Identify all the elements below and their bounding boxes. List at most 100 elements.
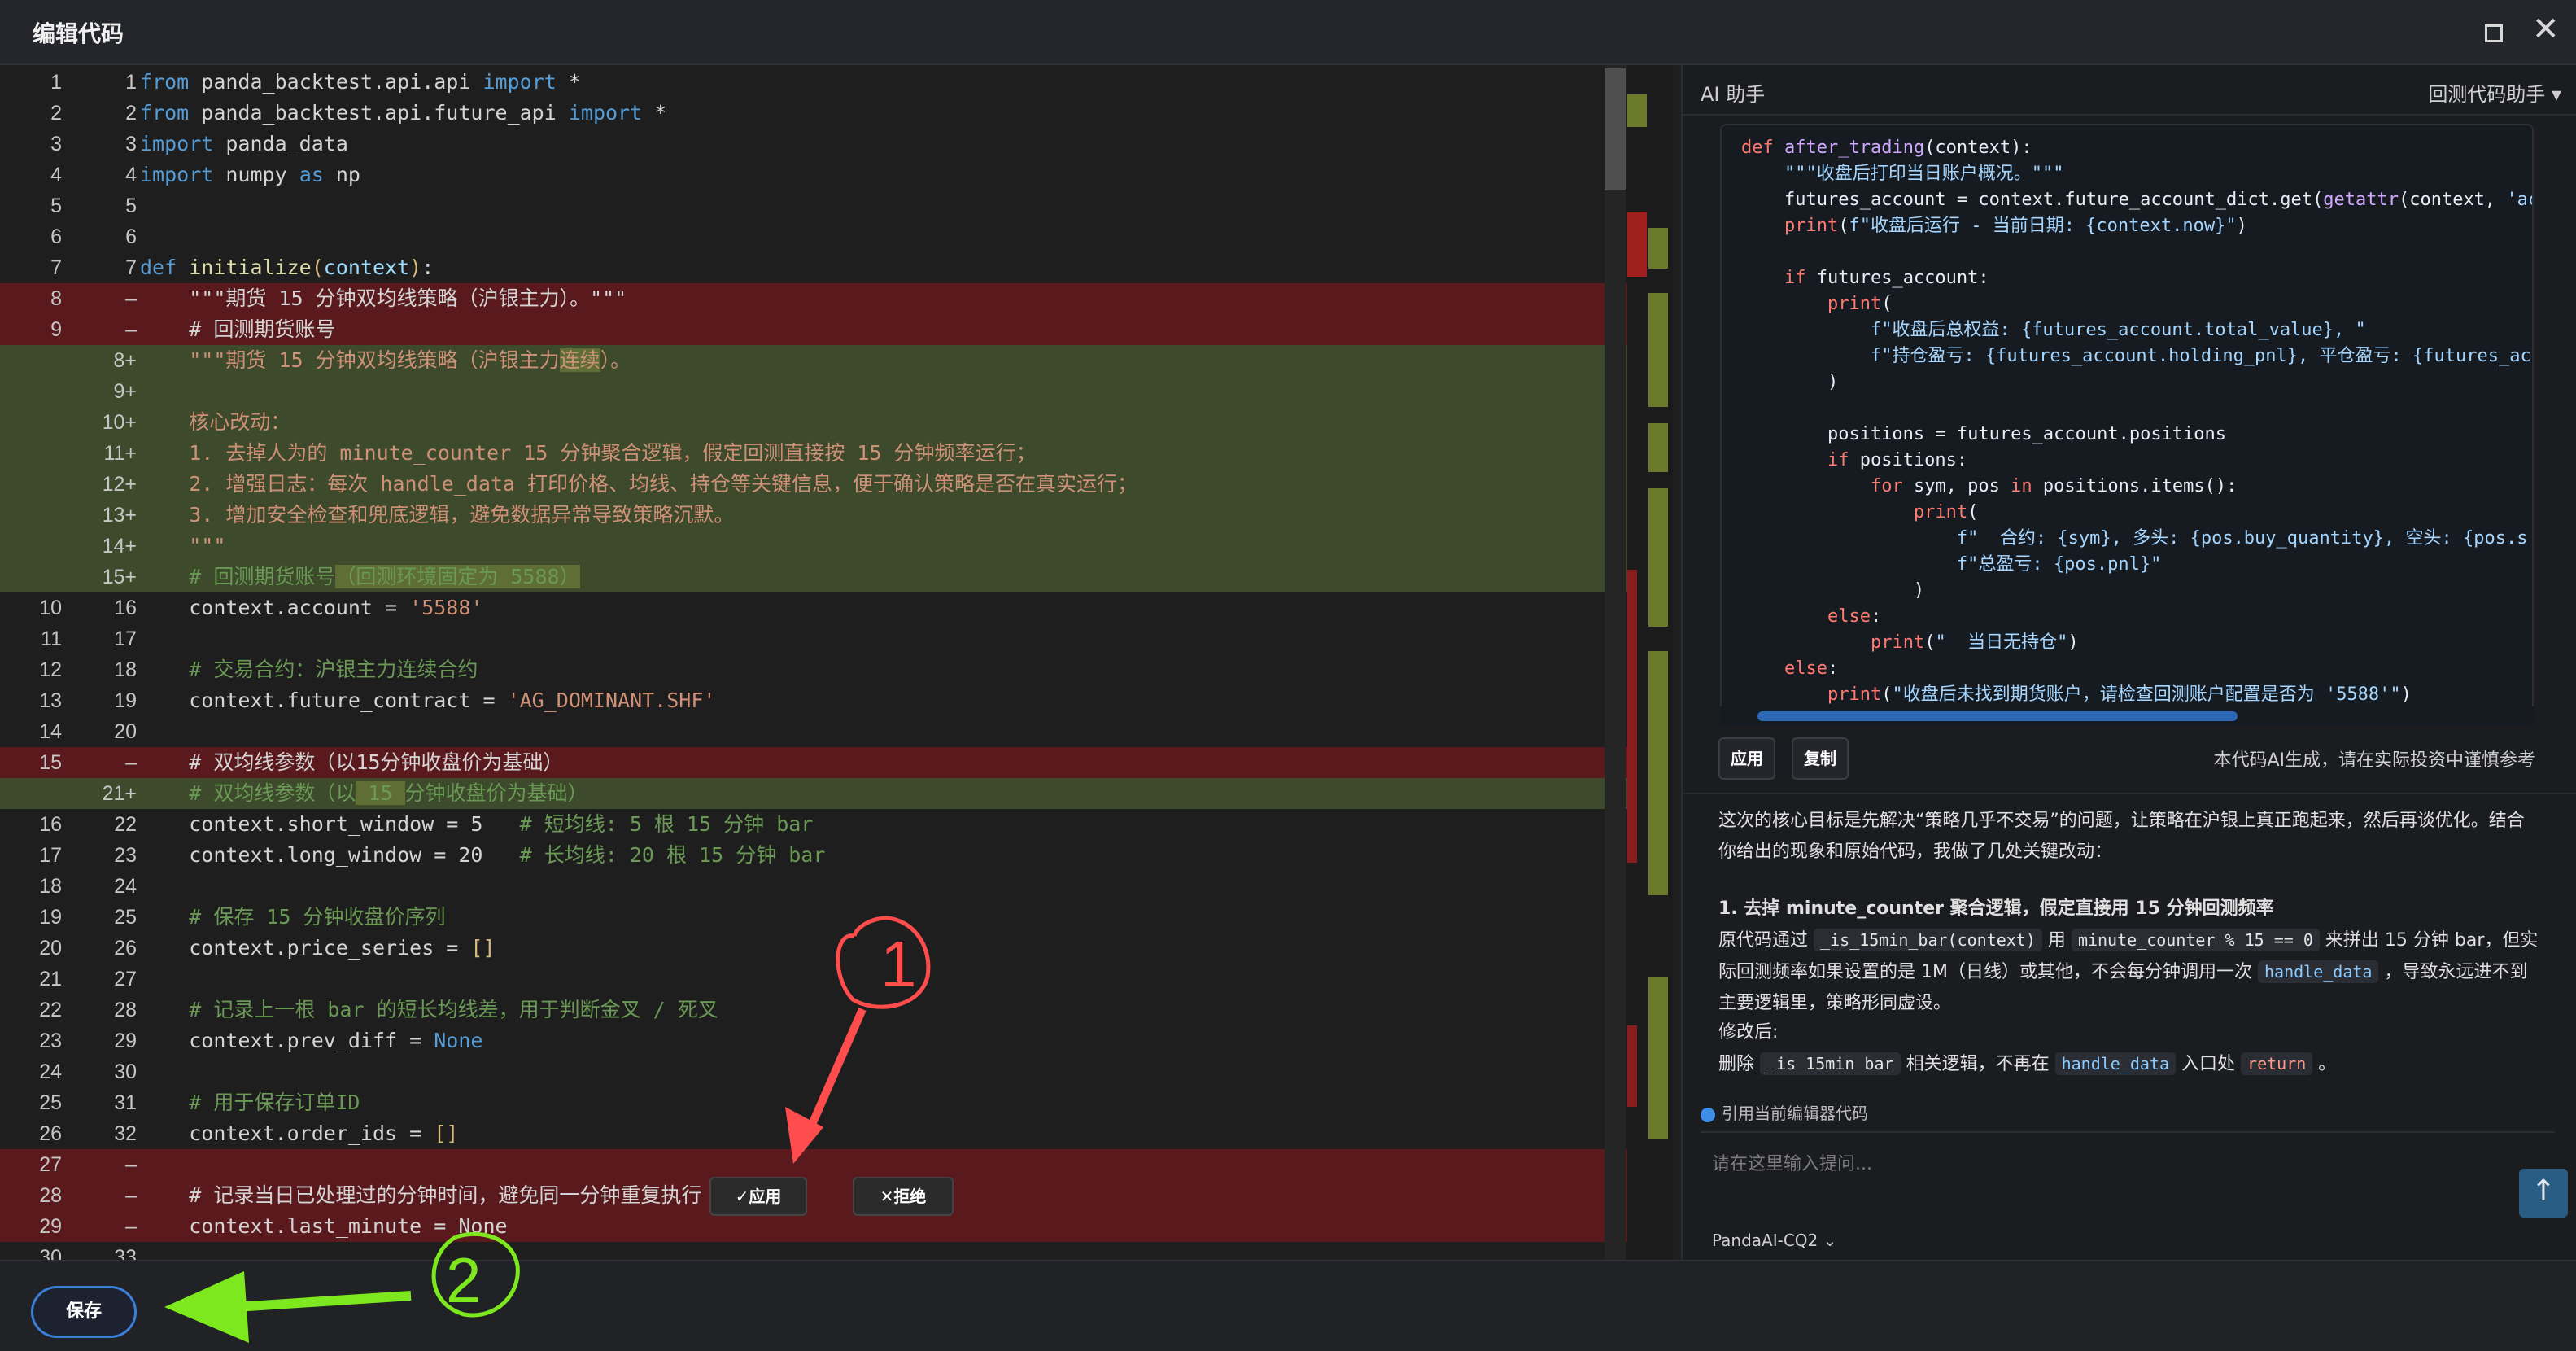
model-select[interactable]: PandaAI-CQ2 ⌄: [1712, 1231, 1836, 1250]
ai-panel-title: AI 助手: [1701, 83, 1766, 106]
orig-line-number: 2: [50, 102, 62, 125]
new-line-number: 26: [114, 937, 137, 960]
maximize-icon[interactable]: [2485, 24, 2503, 42]
code-text: # 记录当日已处理过的分钟时间，避免同一分钟重复执行: [189, 1183, 702, 1207]
code-hscrollbar[interactable]: [1720, 706, 2534, 726]
code-line[interactable]: 27 –: [0, 1149, 1627, 1180]
new-line-number: 32: [114, 1122, 137, 1145]
code-text: """期货 15 分钟双均线策略（沪银主力连续）。: [189, 348, 631, 372]
new-line-number: 27: [114, 968, 137, 990]
dialog-title: 编辑代码: [33, 20, 124, 47]
code-line[interactable]: 9 – # 回测期货账号: [0, 314, 1627, 345]
code-text: context.long_window = 20 # 长均线: 20 根 15 …: [189, 843, 826, 867]
code-text: context.future_contract = 'AG_DOMINANT.S…: [189, 689, 716, 712]
diff-minimap[interactable]: [1627, 65, 1673, 1260]
code-line[interactable]: 8 – """期货 15 分钟双均线策略（沪银主力）。""": [0, 283, 1627, 314]
code-line[interactable]: 3 3 import panda_data: [0, 129, 1627, 160]
code-line[interactable]: 9+: [0, 376, 1627, 407]
orig-line-number: 11: [41, 627, 62, 650]
code-line[interactable]: 55: [0, 190, 1627, 221]
code-line[interactable]: 66: [0, 221, 1627, 252]
code-text: def initialize(context):: [140, 256, 434, 279]
code-line[interactable]: 16 22 context.short_window = 5 # 短均线: 5 根…: [0, 809, 1627, 840]
assistant-mode-select[interactable]: 回测代码助手 ▾: [2428, 78, 2561, 107]
code-line[interactable]: 30 33: [0, 1242, 1627, 1260]
new-line-number: –: [125, 1153, 137, 1176]
code-apply-button[interactable]: 应用: [1718, 737, 1775, 780]
code-line[interactable]: 12 18 # 交易合约：沪银主力连续合约: [0, 654, 1627, 685]
code-line[interactable]: 1 1 from panda_backtest.api.api import *: [0, 67, 1627, 98]
code-text: 核心改动：: [189, 410, 291, 434]
orig-line-number: 29: [39, 1215, 62, 1238]
orig-line-number: 15: [39, 751, 62, 774]
ai-panel-header: AI 助手 回测代码助手 ▾: [1683, 65, 2576, 116]
code-line[interactable]: 15+ # 回测期货账号（回测环境固定为 5588）: [0, 562, 1627, 592]
question-input[interactable]: 请在这里输入提问... PandaAI-CQ2 ⌄: [1701, 1131, 2555, 1270]
code-line[interactable]: 20 26 context.price_series = []: [0, 933, 1627, 964]
code-line[interactable]: 13 19 context.future_contract = 'AG_DOMIN…: [0, 685, 1627, 716]
code-line[interactable]: 26 32 context.order_ids = []: [0, 1118, 1627, 1149]
orig-line-number: 28: [39, 1184, 62, 1207]
ai-code-line: f" 合约: {sym}, 多头: {pos.buy_quantity}, 空头…: [1956, 528, 2528, 549]
diff-editor[interactable]: 1 1 from panda_backtest.api.api import * 2 2…: [0, 65, 1681, 1260]
text: 删除: [1718, 1054, 1755, 1074]
code-text: context.prev_diff = None: [189, 1029, 483, 1052]
new-line-number: 6: [125, 225, 137, 248]
inline-apply-button[interactable]: ✓应用: [709, 1177, 807, 1216]
code-copy-button[interactable]: 复制: [1792, 737, 1849, 780]
code-line[interactable]: 21 27: [0, 964, 1627, 995]
new-line-number: –: [125, 318, 137, 341]
hscroll-thumb[interactable]: [1757, 711, 2238, 721]
new-line-number: 9+: [113, 380, 137, 403]
code-line[interactable]: 24 30: [0, 1056, 1627, 1087]
new-line-number: 17: [114, 627, 137, 650]
code-text: 3. 增加安全检查和兜底逻辑，避免数据异常导致策略沉默。: [189, 503, 735, 527]
quote-editor-toggle[interactable]: 引用当前编辑器代码: [1701, 1100, 1868, 1124]
orig-line-number: 1: [50, 71, 62, 94]
code-line[interactable]: 10 16 context.account = '5588': [0, 592, 1627, 623]
new-line-number: 24: [114, 875, 137, 898]
code-line[interactable]: 29 – context.last_minute = None: [0, 1211, 1627, 1242]
code-line[interactable]: 11+ 1. 去掉人为的 minute_counter 15 分钟聚合逻辑，假定…: [0, 438, 1627, 469]
code-line[interactable]: 23 29 context.prev_diff = None: [0, 1025, 1627, 1056]
orig-line-number: 10: [39, 597, 62, 619]
code-line[interactable]: 25 31 # 用于保存订单ID: [0, 1087, 1627, 1118]
code-line[interactable]: 22 28 # 记录上一根 bar 的短长均线差，用于判断金叉 / 死叉: [0, 995, 1627, 1025]
new-line-number: 29: [114, 1030, 137, 1052]
send-arrow-icon[interactable]: ↑: [2519, 1169, 2568, 1218]
code-line[interactable]: 17 23 context.long_window = 20 # 长均线: 20 …: [0, 840, 1627, 871]
code-text: # 保存 15 分钟收盘价序列: [189, 905, 446, 929]
close-icon[interactable]: ✕: [2532, 13, 2560, 46]
new-line-number: 28: [114, 999, 137, 1021]
code-line[interactable]: 8+ """期货 15 分钟双均线策略（沪银主力连续）。: [0, 345, 1627, 376]
code-line[interactable]: 14 20: [0, 716, 1627, 747]
code-text: """期货 15 分钟双均线策略（沪银主力）。""": [189, 286, 627, 310]
code-line[interactable]: 11 17: [0, 623, 1627, 654]
code-line[interactable]: 12+ 2. 增强日志：每次 handle_data 打印价格、均线、持仓等关键…: [0, 469, 1627, 500]
new-line-number: 25: [114, 906, 137, 929]
code-line[interactable]: 7 7 def initialize(context):: [0, 252, 1627, 283]
code-line[interactable]: 21+ # 双均线参数（以 15 分钟收盘价为基础）: [0, 778, 1627, 809]
code-line[interactable]: 10+ 核心改动：: [0, 407, 1627, 438]
code-line[interactable]: 28 – # 记录当日已处理过的分钟时间，避免同一分钟重复执行: [0, 1180, 1627, 1211]
orig-line-number: 20: [39, 937, 62, 960]
new-line-number: 31: [114, 1091, 137, 1114]
code-line[interactable]: 18 24: [0, 871, 1627, 902]
code-text: """: [189, 534, 226, 557]
save-button[interactable]: 保存: [31, 1286, 137, 1338]
code-line[interactable]: 19 25 # 保存 15 分钟收盘价序列: [0, 902, 1627, 933]
scrollbar-thumb[interactable]: [1605, 68, 1626, 190]
ai-code-line: futures_account = context.future_account…: [1741, 190, 2532, 210]
editor-scrollbar[interactable]: [1605, 65, 1626, 1260]
ai-code-line: if positions:: [1827, 450, 1968, 470]
inline-reject-button[interactable]: ✕拒绝: [853, 1177, 954, 1216]
code-line[interactable]: 4 4 import numpy as np: [0, 160, 1627, 190]
orig-line-number: 19: [39, 906, 62, 929]
divider: [1683, 793, 2576, 794]
input-placeholder[interactable]: 请在这里输入提问...: [1712, 1149, 1872, 1175]
check-icon[interactable]: [1701, 1107, 1715, 1122]
code-line[interactable]: 2 2 from panda_backtest.api.future_api imp…: [0, 98, 1627, 129]
code-line[interactable]: 15 – # 双均线参数（以15分钟收盘价为基础）: [0, 747, 1627, 778]
code-line[interactable]: 14+ """: [0, 531, 1627, 562]
code-line[interactable]: 13+ 3. 增加安全检查和兜底逻辑，避免数据异常导致策略沉默。: [0, 500, 1627, 531]
